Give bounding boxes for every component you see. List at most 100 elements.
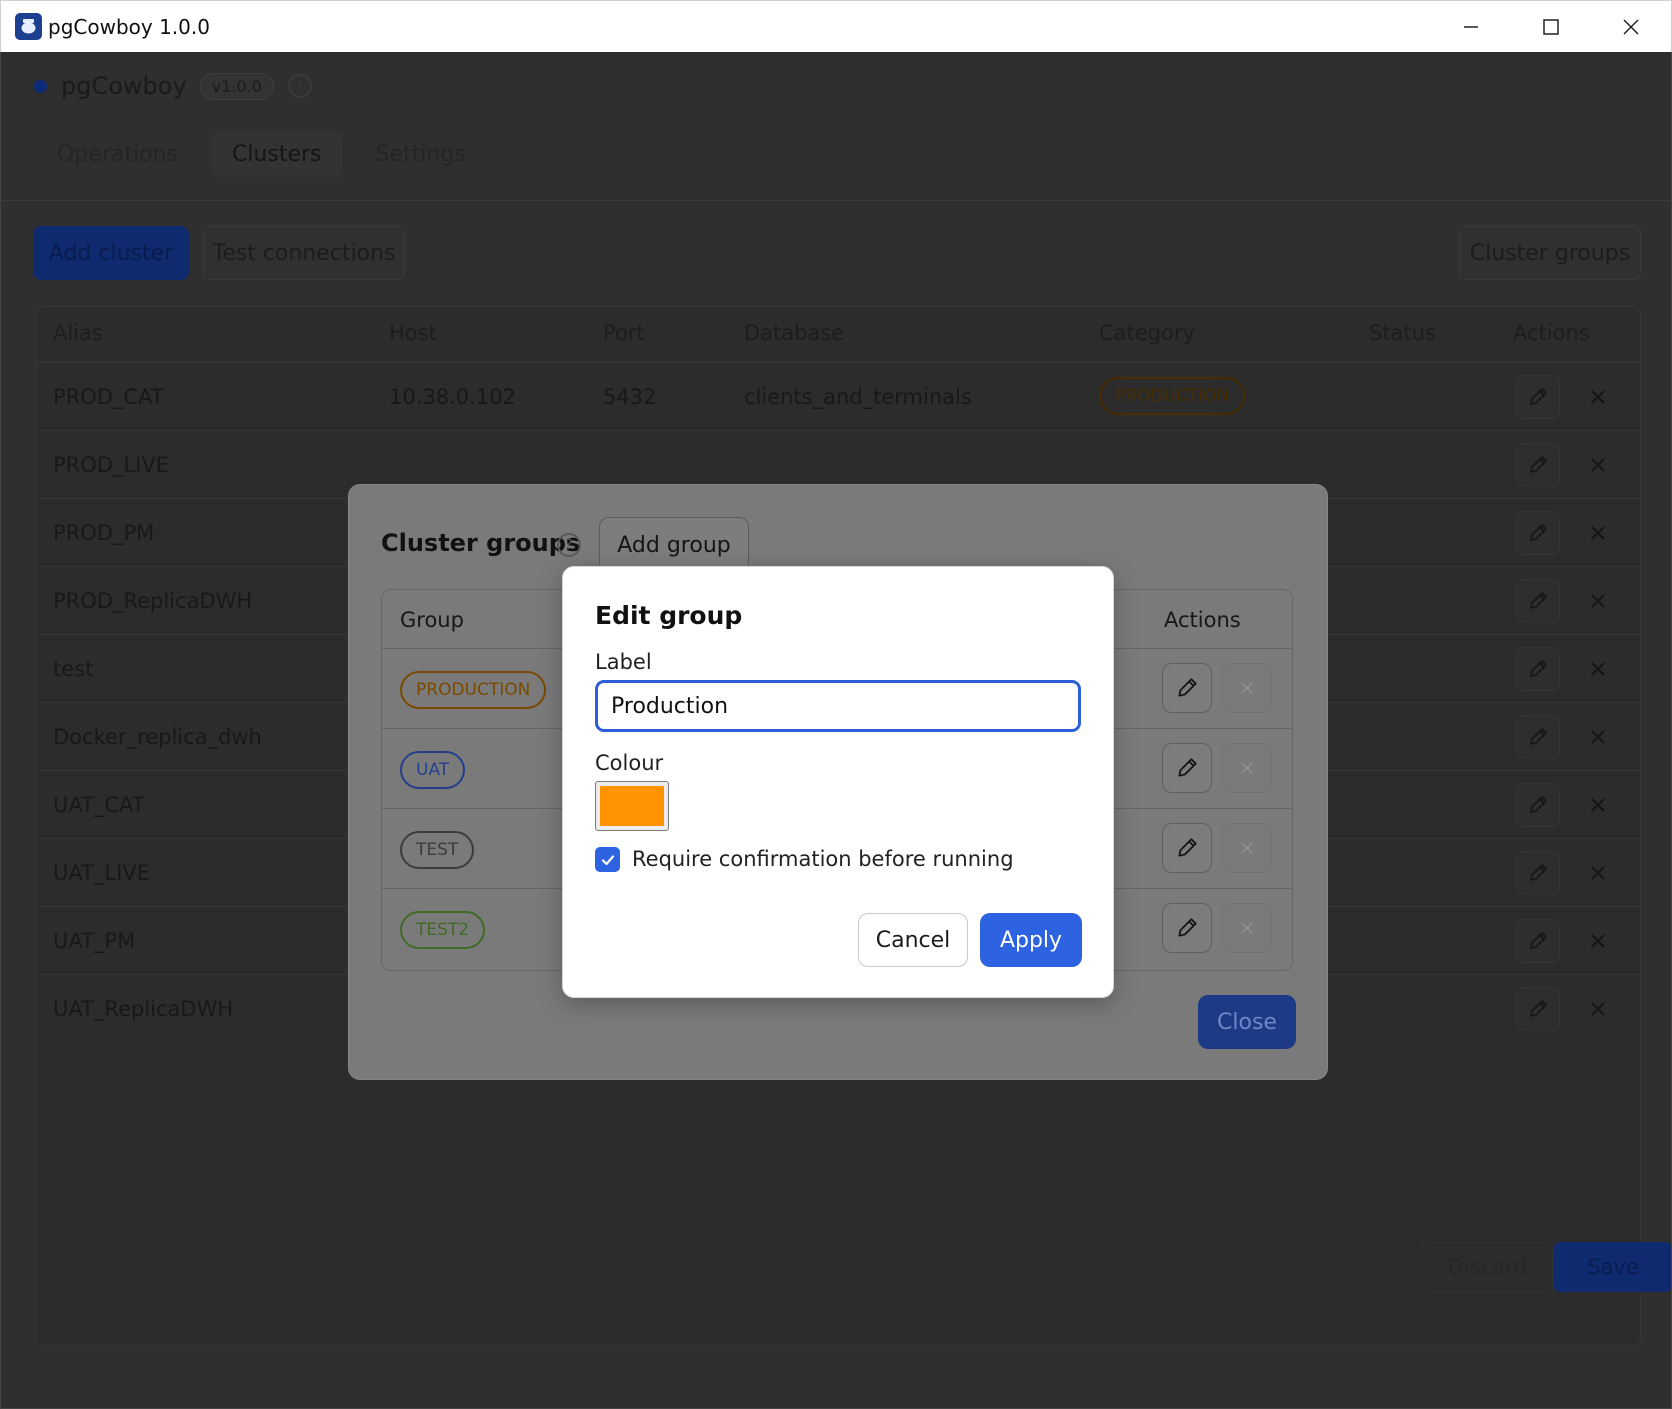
edit-cluster-button[interactable] xyxy=(1516,443,1560,487)
delete-group-button[interactable] xyxy=(1222,903,1272,953)
delete-cluster-button[interactable] xyxy=(1576,851,1620,895)
colour-picker[interactable] xyxy=(595,781,669,831)
edit-cluster-button[interactable] xyxy=(1516,987,1560,1031)
group-badge: TEST2 xyxy=(400,911,486,949)
pencil-icon xyxy=(1530,728,1547,745)
x-icon xyxy=(1241,922,1253,934)
discard-button[interactable]: Discard xyxy=(1421,1242,1553,1292)
cell-alias: Docker_replica_dwh xyxy=(53,725,262,749)
edit-group-title: Edit group xyxy=(595,601,743,630)
table-row[interactable]: PROD_CAT 10.38.0.102 5432 clients_and_te… xyxy=(36,363,1640,431)
clusters-table-header: Alias Host Port Database Category Status… xyxy=(36,307,1640,363)
app-header: pgCowboy v1.0.0 i xyxy=(1,52,1671,120)
delete-cluster-button[interactable] xyxy=(1576,987,1620,1031)
pencil-icon xyxy=(1530,1000,1547,1017)
delete-cluster-button[interactable] xyxy=(1576,443,1620,487)
close-window-button[interactable] xyxy=(1591,1,1671,53)
x-icon xyxy=(1591,594,1605,608)
cell-host: 10.38.0.102 xyxy=(389,385,516,409)
column-header-category: Category xyxy=(1099,321,1195,345)
group-label-input[interactable] xyxy=(595,680,1081,732)
cell-alias: PROD_PM xyxy=(53,521,155,545)
group-badge: PRODUCTION xyxy=(400,671,547,709)
delete-cluster-button[interactable] xyxy=(1576,579,1620,623)
x-icon xyxy=(1591,730,1605,744)
edit-group-button[interactable] xyxy=(1162,823,1212,873)
column-header-status: Status xyxy=(1369,321,1436,345)
test-connections-button[interactable]: Test connections xyxy=(203,226,405,280)
delete-group-button[interactable] xyxy=(1222,663,1272,713)
edit-cluster-button[interactable] xyxy=(1516,919,1560,963)
cancel-button[interactable]: Cancel xyxy=(858,913,968,967)
colour-swatch xyxy=(600,786,664,826)
x-icon xyxy=(1591,1002,1605,1016)
edit-group-button[interactable] xyxy=(1162,663,1212,713)
delete-group-button[interactable] xyxy=(1222,743,1272,793)
label-caption: Label xyxy=(595,650,652,674)
edit-group-button[interactable] xyxy=(1162,903,1212,953)
info-icon[interactable]: i xyxy=(287,74,312,98)
edit-cluster-button[interactable] xyxy=(1516,579,1560,623)
apply-button[interactable]: Apply xyxy=(980,913,1082,967)
delete-cluster-button[interactable] xyxy=(1576,511,1620,555)
edit-cluster-button[interactable] xyxy=(1516,375,1560,419)
minimize-icon xyxy=(1464,26,1478,28)
x-icon xyxy=(1591,526,1605,540)
help-icon[interactable]: ? xyxy=(557,533,581,557)
require-confirmation-label[interactable]: Require confirmation before running xyxy=(632,847,1014,871)
x-icon xyxy=(1591,798,1605,812)
window-titlebar: pgCowboy 1.0.0 xyxy=(0,0,1672,52)
column-header-alias: Alias xyxy=(53,321,103,345)
edit-cluster-button[interactable] xyxy=(1516,647,1560,691)
column-header-database: Database xyxy=(744,321,845,345)
save-button[interactable]: Save xyxy=(1553,1242,1671,1292)
cluster-groups-button[interactable]: Cluster groups xyxy=(1459,226,1641,280)
x-icon xyxy=(1591,458,1605,472)
edit-cluster-button[interactable] xyxy=(1516,851,1560,895)
group-badge: TEST xyxy=(400,831,475,869)
pencil-icon xyxy=(1530,660,1547,677)
pencil-icon xyxy=(1178,838,1197,857)
delete-cluster-button[interactable] xyxy=(1576,715,1620,759)
column-header-host: Host xyxy=(389,321,437,345)
cell-alias: UAT_CAT xyxy=(53,793,145,817)
require-confirmation-checkbox[interactable] xyxy=(595,847,620,872)
x-icon xyxy=(1591,866,1605,880)
cell-alias: PROD_ReplicaDWH xyxy=(53,589,253,613)
delete-cluster-button[interactable] xyxy=(1576,375,1620,419)
edit-cluster-button[interactable] xyxy=(1516,511,1560,555)
close-groups-button[interactable]: Close xyxy=(1198,995,1296,1049)
delete-cluster-button[interactable] xyxy=(1576,783,1620,827)
x-icon xyxy=(1591,390,1605,404)
pencil-icon xyxy=(1530,932,1547,949)
tab-clusters[interactable]: Clusters xyxy=(211,132,342,177)
app-brand: pgCowboy xyxy=(61,72,187,100)
tab-operations[interactable]: Operations xyxy=(37,132,198,177)
x-icon xyxy=(1591,662,1605,676)
pencil-icon xyxy=(1178,678,1197,697)
window-title: pgCowboy 1.0.0 xyxy=(48,14,210,39)
delete-cluster-button[interactable] xyxy=(1576,647,1620,691)
cell-alias: test xyxy=(53,657,94,681)
add-group-button[interactable]: Add group xyxy=(599,517,749,573)
category-badge: PRODUCTION xyxy=(1099,377,1246,415)
connection-status-dot xyxy=(34,79,47,93)
tab-settings[interactable]: Settings xyxy=(356,132,486,177)
add-cluster-button[interactable]: Add cluster xyxy=(33,226,189,280)
edit-group-button[interactable] xyxy=(1162,743,1212,793)
edit-cluster-button[interactable] xyxy=(1516,783,1560,827)
maximize-button[interactable] xyxy=(1511,1,1591,53)
cell-alias: PROD_CAT xyxy=(53,385,164,409)
edit-group-dialog: Edit group Label Colour Require confirma… xyxy=(562,566,1114,998)
column-header-group: Group xyxy=(400,608,464,632)
delete-group-button[interactable] xyxy=(1222,823,1272,873)
minimize-button[interactable] xyxy=(1431,1,1511,53)
colour-caption: Colour xyxy=(595,751,664,775)
x-icon xyxy=(1241,762,1253,774)
cell-database: clients_and_terminals xyxy=(744,385,972,409)
pencil-icon xyxy=(1530,456,1547,473)
delete-cluster-button[interactable] xyxy=(1576,919,1620,963)
check-icon xyxy=(601,854,614,865)
column-header-actions: Actions xyxy=(1513,321,1590,345)
edit-cluster-button[interactable] xyxy=(1516,715,1560,759)
